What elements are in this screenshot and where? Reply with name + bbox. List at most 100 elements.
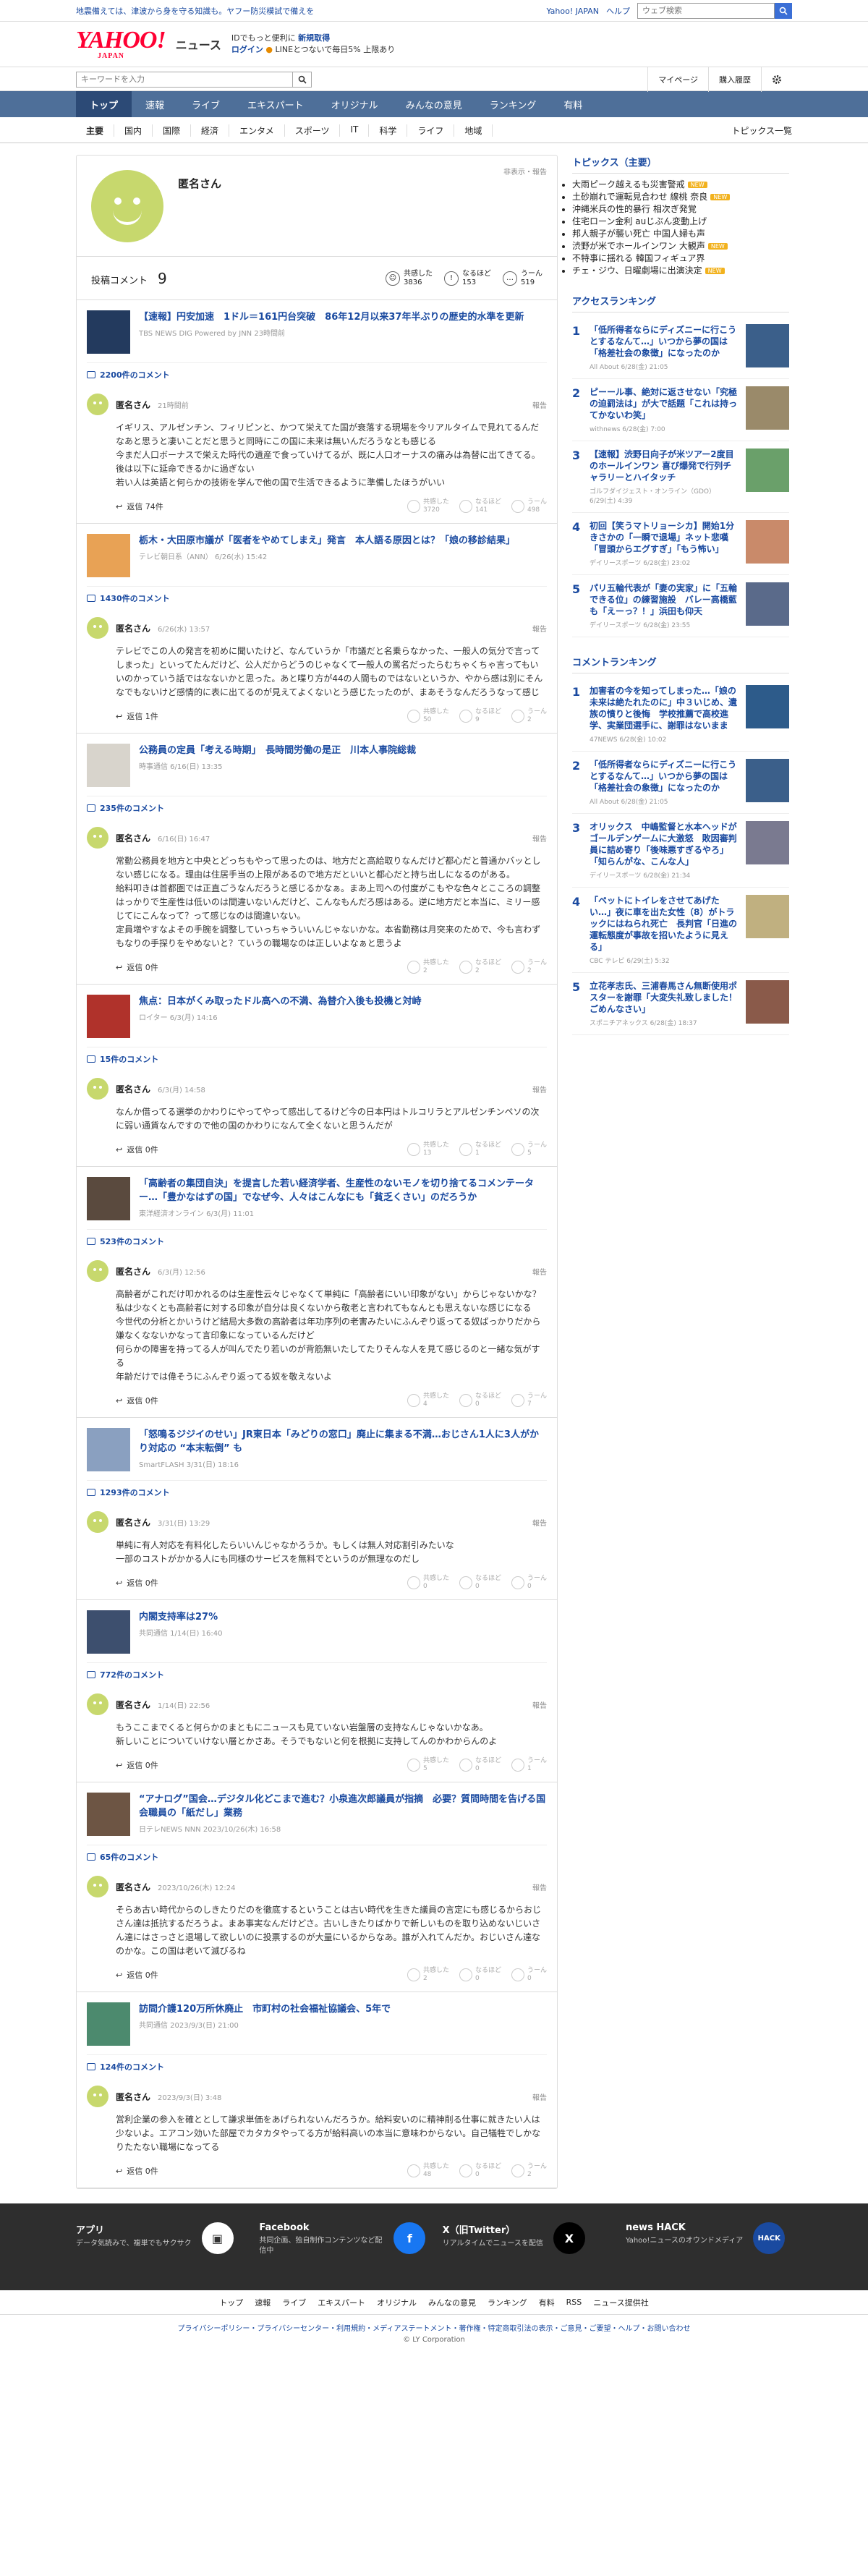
- article-title[interactable]: 栃木・大田原市議が「医者をやめてしまえ」発言 本人語る原因とは？「娘の移診結果」: [139, 534, 515, 548]
- article-card[interactable]: 焦点：日本がくみ取ったドル高への不満、為替介入後も投機と対峙 ロイター 6/3(月…: [87, 995, 547, 1047]
- article-card[interactable]: 「怒鳴るジジイのせい」JR東日本「みどりの窓口」廃止に集まる不満…おじさん1人に…: [87, 1428, 547, 1480]
- nav-breaking[interactable]: 速報: [132, 91, 178, 117]
- nav-opinions[interactable]: みんなの意見: [392, 91, 476, 117]
- report-button[interactable]: 報告: [532, 1882, 547, 1892]
- article-card[interactable]: 公務員の定員「考える時期」 長時間労働の是正 川本人事院総裁 時事通信 6/16(…: [87, 744, 547, 796]
- category-main[interactable]: 主要: [76, 124, 115, 137]
- ranking-item[interactable]: 2 ピーール事、絶対に返させない「究極の迫罰法は」が大で話題「これは持ってかないわ…: [572, 379, 789, 441]
- footer-nav-link[interactable]: みんなの意見: [428, 2297, 476, 2308]
- category-local[interactable]: 地域: [454, 124, 493, 137]
- footer-nav-link[interactable]: RSS: [566, 2297, 582, 2307]
- article-thumbnail[interactable]: [87, 310, 130, 354]
- article-thumbnail[interactable]: [87, 995, 130, 1038]
- article-thumbnail[interactable]: [87, 744, 130, 787]
- ranking-title[interactable]: オリックス 中嶋監督と水本ヘッドがゴールデンゲームに大激怒 敗因審判員に詰め寄り…: [590, 821, 740, 867]
- category-domestic[interactable]: 国内: [114, 124, 153, 137]
- article-thumbnail[interactable]: [87, 1610, 130, 1654]
- ranking-item[interactable]: 5 パリ五輪代表が「妻の実家」に「五輪できる位」の練習施設 バレー高橋藍も「えーっ…: [572, 575, 789, 637]
- footer-nav-link[interactable]: オリジナル: [377, 2297, 417, 2308]
- article-card[interactable]: 訪問介護120万所休廃止 市町村の社会福祉協議会、5年で 共同通信 2023/9/…: [87, 2002, 547, 2054]
- ranking-title[interactable]: 「低所得者ならにディズニーに行こうとするなんて…」いつから夢の国は「格差社会の象…: [590, 324, 740, 359]
- naruhodo-button[interactable]: なるほど 0: [459, 1393, 501, 1408]
- footer-app-link[interactable]: X（旧Twitter） リアルタイムでニュースを配信 X: [443, 2222, 609, 2256]
- ranking-title[interactable]: 【速報】渋野日向子が米ツアー2度目のホールインワン 喜び爆発で行列チャラリーとハ…: [590, 449, 740, 483]
- article-thumbnail[interactable]: [87, 534, 130, 577]
- category-science[interactable]: 科学: [369, 124, 408, 137]
- hmm-button[interactable]: うーん 5: [511, 1142, 547, 1157]
- report-button[interactable]: 報告: [532, 623, 547, 634]
- footer-nav-link[interactable]: ニュース提供社: [593, 2297, 648, 2308]
- nav-original[interactable]: オリジナル: [318, 91, 392, 117]
- login-link[interactable]: ログイン: [231, 45, 263, 54]
- article-thumbnail[interactable]: [87, 2002, 130, 2046]
- settings-button[interactable]: [761, 67, 792, 92]
- naruhodo-button[interactable]: なるほど 141: [459, 498, 501, 514]
- article-title[interactable]: 「怒鳴るジジイのせい」JR東日本「みどりの窓口」廃止に集まる不満…おじさん1人に…: [139, 1428, 547, 1455]
- reply-button[interactable]: ↩ 返信 0件: [116, 1969, 158, 1981]
- ranking-thumbnail[interactable]: [746, 980, 789, 1024]
- ranking-thumbnail[interactable]: [746, 685, 789, 728]
- article-comment-count-link[interactable]: 15件のコメント: [87, 1047, 547, 1071]
- article-thumbnail[interactable]: [87, 1793, 130, 1836]
- ranking-item[interactable]: 1 加害者の今を知ってしまった…「娘の未来は絶たれたのに」中３いじめ、遺族の憤りと…: [572, 678, 789, 752]
- reply-button[interactable]: ↩ 返信 0件: [116, 2165, 158, 2177]
- category-life[interactable]: ライフ: [407, 124, 455, 137]
- footer-app-link[interactable]: アプリ データ気読みで、複単でもサクサク ▣: [76, 2222, 242, 2256]
- naruhodo-button[interactable]: なるほど 0: [459, 1757, 501, 1773]
- article-title[interactable]: 【速報】円安加速 1ドル＝161円台突破 86年12月以来37年半ぶりの歴史的水…: [139, 310, 524, 324]
- reply-button[interactable]: ↩ 返信 0件: [116, 1144, 158, 1155]
- ranking-thumbnail[interactable]: [746, 324, 789, 367]
- naruhodo-button[interactable]: なるほど 0: [459, 2163, 501, 2179]
- category-it[interactable]: IT: [340, 124, 370, 137]
- reply-button[interactable]: ↩ 返信 0件: [116, 1577, 158, 1589]
- ranking-item[interactable]: 5 立花孝志氏、三浦春馬さん無断使用ポスターを謝罪「大変失礼致しました！ごめんなさ…: [572, 973, 789, 1035]
- keyword-input[interactable]: [76, 72, 293, 88]
- nav-live[interactable]: ライブ: [178, 91, 234, 117]
- article-comment-count-link[interactable]: 772件のコメント: [87, 1662, 547, 1686]
- footer-legal-links[interactable]: プライバシーポリシー・プライバシーセンター・利用規約・メディアステートメント・著…: [0, 2315, 868, 2333]
- footer-nav-link[interactable]: トップ: [219, 2297, 243, 2308]
- ranking-thumbnail[interactable]: [746, 895, 789, 938]
- category-economy[interactable]: 経済: [191, 124, 230, 137]
- web-search-button[interactable]: [775, 3, 792, 19]
- empathy-button[interactable]: 共感した 3720: [407, 498, 449, 514]
- article-title[interactable]: “アナログ”国会…デジタル化どこまで進む？小泉進次郎議員が指摘 必要？質問時間を…: [139, 1793, 547, 1820]
- article-title[interactable]: 公務員の定員「考える時期」 長時間労働の是正 川本人事院総裁: [139, 744, 416, 757]
- report-button[interactable]: 報告: [532, 1084, 547, 1094]
- naruhodo-button[interactable]: なるほど 0: [459, 1967, 501, 1983]
- ranking-item[interactable]: 1 「低所得者ならにディズニーに行こうとするなんて…」いつから夢の国は「格差社会の…: [572, 317, 789, 379]
- ranking-item[interactable]: 4 「ペットにトイレをさせてあげたい…」夜に車を出た女性（8）がトラックにはねられ…: [572, 888, 789, 973]
- footer-nav-link[interactable]: ランキング: [488, 2297, 527, 2308]
- hmm-button[interactable]: うーん 0: [511, 1967, 547, 1983]
- category-entertainment[interactable]: エンタメ: [229, 124, 285, 137]
- topic-item[interactable]: 住宅ローン金利 auじぶん変動上げ: [572, 215, 789, 227]
- footer-nav-link[interactable]: 速報: [255, 2297, 271, 2308]
- hmm-button[interactable]: うーん 7: [511, 1393, 547, 1408]
- topic-item[interactable]: 土砂崩れで運転見合わせ 線桃 奈良NEW: [572, 190, 789, 203]
- nav-ranking[interactable]: ランキング: [476, 91, 550, 117]
- ranking-title[interactable]: 立花孝志氏、三浦春馬さん無断使用ポスターを謝罪「大変失礼致しました！ごめんなさい…: [590, 980, 740, 1015]
- article-comment-count-link[interactable]: 523件のコメント: [87, 1229, 547, 1253]
- keyword-search-button[interactable]: [293, 72, 312, 88]
- reply-button[interactable]: ↩ 返信 0件: [116, 961, 158, 973]
- hide-report-link[interactable]: 非表示・報告: [503, 166, 547, 177]
- article-card[interactable]: 【速報】円安加速 1ドル＝161円台突破 86年12月以来37年半ぶりの歴史的水…: [87, 310, 547, 362]
- empathy-button[interactable]: 共感した 0: [407, 1575, 449, 1591]
- ranking-title[interactable]: 「低所得者ならにディズニーに行こうとするなんて…」いつから夢の国は「格差社会の象…: [590, 759, 740, 794]
- hmm-button[interactable]: うーん 2: [511, 708, 547, 724]
- ranking-thumbnail[interactable]: [746, 759, 789, 802]
- hmm-button[interactable]: うーん 2: [511, 2163, 547, 2179]
- yahoo-japan-link[interactable]: Yahoo! JAPAN: [546, 7, 599, 16]
- article-comment-count-link[interactable]: 124件のコメント: [87, 2054, 547, 2078]
- naruhodo-button[interactable]: なるほど 1: [459, 1142, 501, 1157]
- ranking-thumbnail[interactable]: [746, 520, 789, 564]
- ranking-thumbnail[interactable]: [746, 821, 789, 864]
- ranking-thumbnail[interactable]: [746, 449, 789, 492]
- article-comment-count-link[interactable]: 2200件のコメント: [87, 362, 547, 386]
- reply-button[interactable]: ↩ 返信 74件: [116, 501, 163, 512]
- footer-nav-link[interactable]: エキスパート: [318, 2297, 365, 2308]
- ranking-item[interactable]: 2 「低所得者ならにディズニーに行こうとするなんて…」いつから夢の国は「格差社会の…: [572, 752, 789, 814]
- report-button[interactable]: 報告: [532, 399, 547, 410]
- reply-button[interactable]: ↩ 返信 1件: [116, 710, 158, 722]
- empathy-button[interactable]: 共感した 2: [407, 1967, 449, 1983]
